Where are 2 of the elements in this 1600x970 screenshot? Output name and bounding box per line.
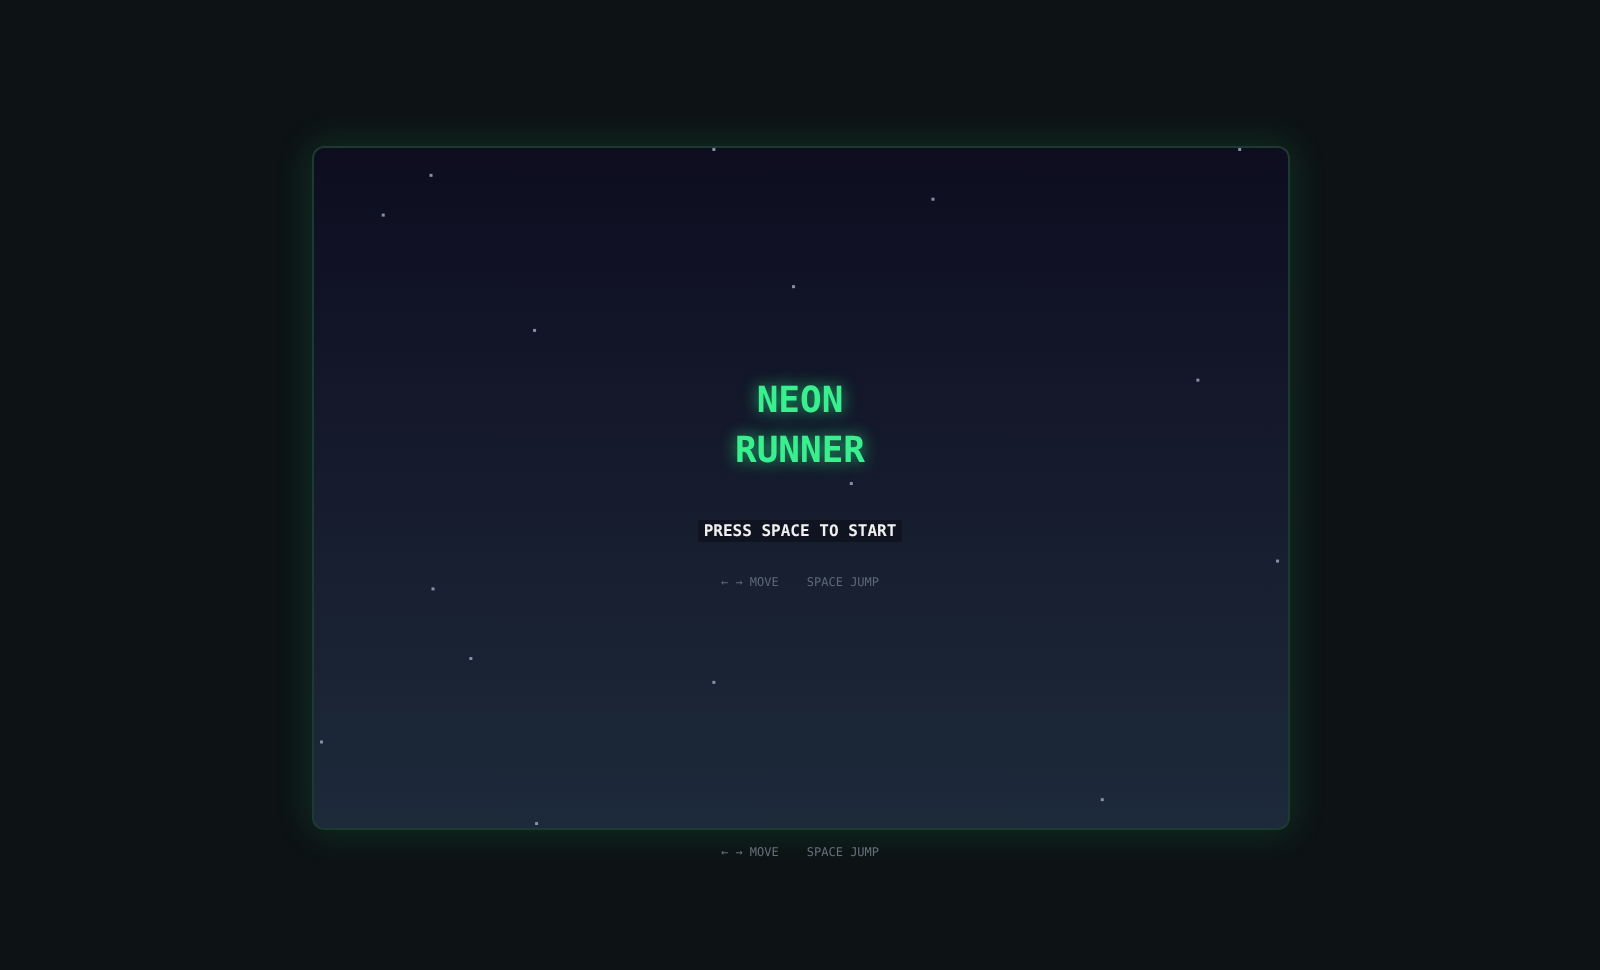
start-prompt: PRESS SPACE TO START xyxy=(697,520,903,542)
game-title: NEON RUNNER xyxy=(734,378,866,476)
